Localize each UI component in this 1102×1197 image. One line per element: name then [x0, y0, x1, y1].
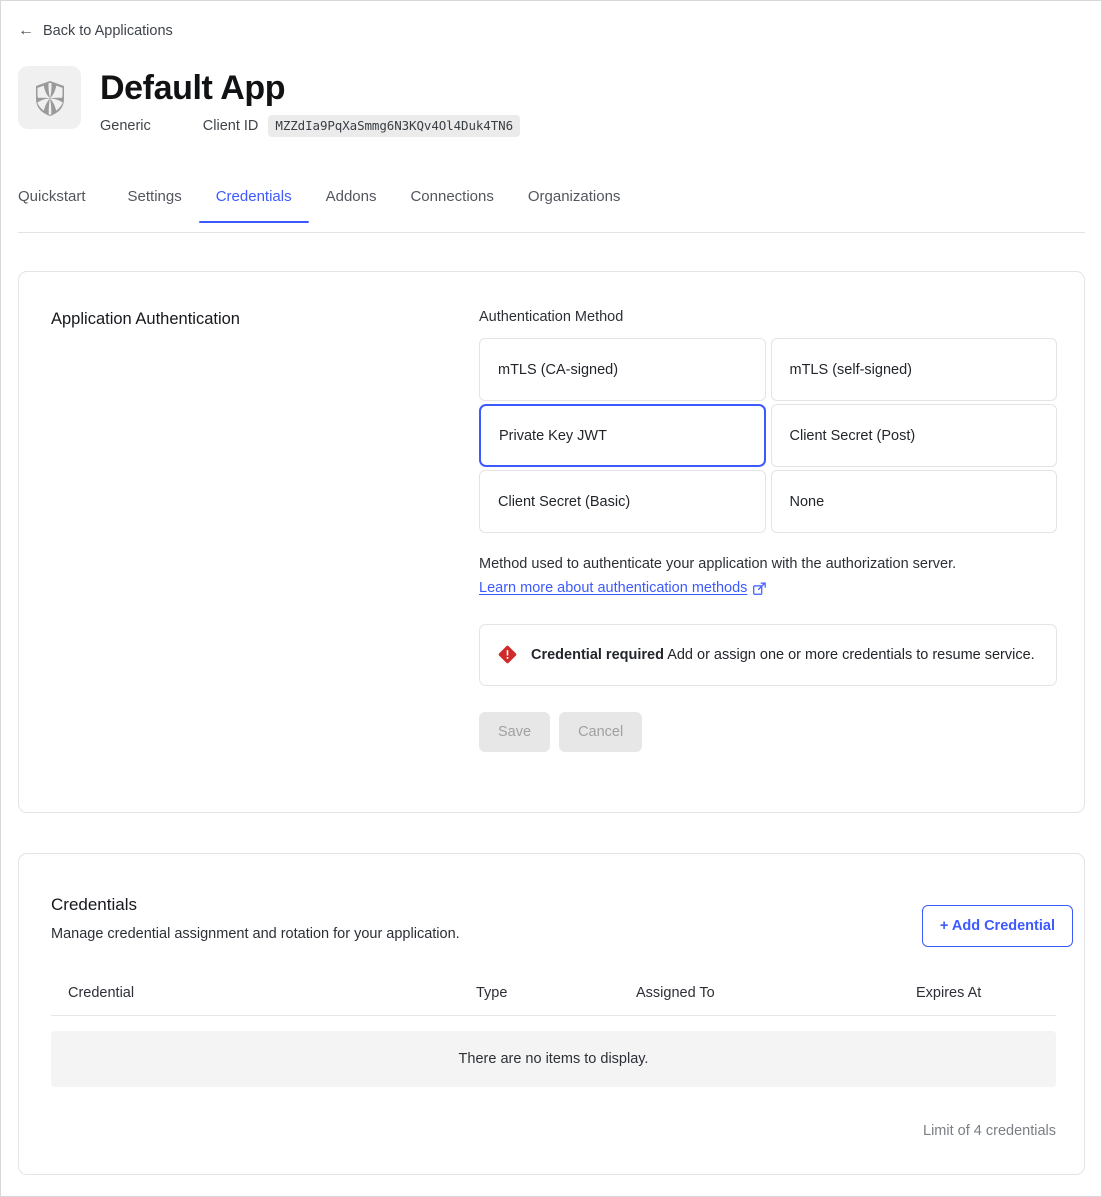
- credentials-table: Credential Type Assigned To Expires At T…: [51, 985, 1056, 1139]
- back-to-applications-label: Back to Applications: [43, 23, 173, 39]
- column-header-expires-at: Expires At: [916, 985, 1056, 1001]
- error-diamond-icon: [498, 645, 517, 664]
- learn-more-link[interactable]: Learn more about authentication methods: [479, 580, 766, 596]
- tab-settings[interactable]: Settings: [111, 187, 199, 222]
- save-button[interactable]: Save: [479, 712, 550, 752]
- client-id-value[interactable]: MZZdIa9PqXaSmmg6N3KQv4Ol4Duk4TN6: [268, 115, 520, 137]
- app-meta: Default App Generic Client ID MZZdIa9PqX…: [100, 66, 520, 137]
- app-type-label: Generic: [100, 118, 151, 134]
- credential-required-message: Add or assign one or more credentials to…: [667, 647, 1035, 663]
- method-option-mtls-self-signed[interactable]: mTLS (self-signed): [771, 338, 1058, 401]
- credentials-empty-state: There are no items to display.: [51, 1031, 1056, 1087]
- app-subline: Generic Client ID MZZdIa9PqXaSmmg6N3KQv4…: [100, 115, 520, 137]
- tab-quickstart[interactable]: Quickstart: [18, 187, 103, 222]
- method-option-none[interactable]: None: [771, 470, 1058, 533]
- application-authentication-card: Application Authentication Authenticatio…: [18, 271, 1085, 813]
- credential-required-title: Credential required: [531, 647, 664, 663]
- credentials-subtitle: Manage credential assignment and rotatio…: [51, 926, 460, 942]
- method-option-client-secret-post[interactable]: Client Secret (Post): [771, 404, 1058, 467]
- tab-addons[interactable]: Addons: [309, 187, 394, 222]
- arrow-left-icon: ←: [18, 23, 34, 39]
- credentials-limit-note: Limit of 4 credentials: [51, 1123, 1056, 1139]
- page-title: Default App: [100, 67, 520, 109]
- app-logo: [18, 66, 81, 129]
- tab-credentials[interactable]: Credentials: [199, 187, 309, 222]
- add-credential-button[interactable]: + Add Credential: [922, 905, 1073, 947]
- method-option-client-secret-basic[interactable]: Client Secret (Basic): [479, 470, 766, 533]
- shield-logo-icon: [33, 79, 67, 117]
- credentials-title: Credentials: [51, 895, 460, 915]
- tab-organizations[interactable]: Organizations: [511, 187, 638, 222]
- back-to-applications-link[interactable]: ← Back to Applications: [18, 23, 173, 39]
- application-authentication-title: Application Authentication: [51, 310, 240, 329]
- credentials-table-header: Credential Type Assigned To Expires At: [51, 985, 1056, 1016]
- column-header-credential: Credential: [68, 985, 476, 1001]
- tab-connections[interactable]: Connections: [393, 187, 510, 222]
- external-link-icon: [753, 582, 766, 595]
- client-id-label: Client ID: [203, 118, 259, 134]
- credential-required-text: Credential required Add or assign one or…: [531, 643, 1035, 667]
- column-header-assigned-to: Assigned To: [636, 985, 916, 1001]
- form-actions: Save Cancel: [479, 712, 1057, 752]
- tab-bar: Quickstart Settings Credentials Addons C…: [18, 187, 1085, 233]
- credentials-card: Credentials Manage credential assignment…: [18, 853, 1085, 1175]
- method-option-mtls-ca-signed[interactable]: mTLS (CA-signed): [479, 338, 766, 401]
- method-option-private-key-jwt[interactable]: Private Key JWT: [479, 404, 766, 467]
- learn-more-label: Learn more about authentication methods: [479, 580, 747, 596]
- authentication-method-label: Authentication Method: [479, 309, 1057, 325]
- authentication-method-helper-text: Method used to authenticate your applica…: [479, 553, 1057, 575]
- authentication-method-panel: Authentication Method mTLS (CA-signed) m…: [479, 309, 1057, 752]
- app-header: Default App Generic Client ID MZZdIa9PqX…: [18, 66, 520, 137]
- authentication-method-grid: mTLS (CA-signed) mTLS (self-signed) Priv…: [479, 338, 1057, 533]
- credential-required-alert: Credential required Add or assign one or…: [479, 624, 1057, 686]
- cancel-button[interactable]: Cancel: [559, 712, 642, 752]
- column-header-type: Type: [476, 985, 636, 1001]
- credentials-header: Credentials Manage credential assignment…: [51, 895, 460, 942]
- application-credentials-page: ← Back to Applications: [0, 0, 1102, 1197]
